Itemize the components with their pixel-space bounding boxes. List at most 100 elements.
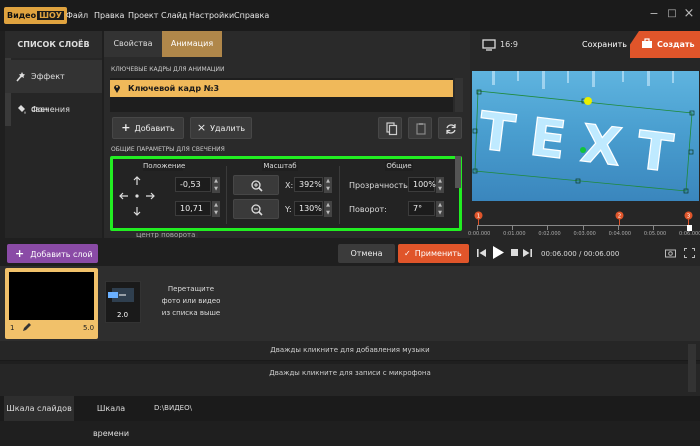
menu-settings[interactable]: Настройки [189,11,234,20]
position-group-label: Положение [143,161,186,171]
menu-slide[interactable]: Слайд [161,11,187,20]
opacity-stepper[interactable]: ▲ ▼ [436,177,444,193]
scale-y-label: Y: [285,205,292,214]
position-y-stepper[interactable]: ▲ ▼ [212,201,220,217]
timeline-tick-label: 0:06.000 [679,231,700,237]
center-handle[interactable] [580,147,586,153]
scale-x-stepper[interactable]: ▲ ▼ [324,177,332,193]
add-keyframe-button[interactable]: + Добавить [112,117,184,139]
pencil-icon[interactable] [22,322,32,332]
drop-hint: Перетащите фото или видео из списка выше [161,285,221,317]
refresh-icon [446,124,456,134]
params-section-title: ОБЩИЕ ПАРАМЕТРЫ ДЛЯ СВЕЧЕНИЯ [111,146,225,153]
rotation-input[interactable]: 7° [408,201,435,216]
divider [339,166,340,224]
keyframe-marker-1[interactable]: 1 [474,211,483,225]
keyframe-list-scrollbar[interactable] [455,78,463,112]
fullscreen-icon[interactable] [684,248,695,258]
zoom-in-x-button[interactable] [233,175,279,195]
divider [226,166,227,224]
timeline-ruler[interactable] [477,225,691,226]
play-icon[interactable] [493,246,504,259]
copy-icon [386,122,398,136]
save-button[interactable]: Сохранить [582,40,627,49]
rotation-label: Поворот: [349,205,387,214]
maximize-button[interactable]: □ [666,8,678,20]
apply-button[interactable]: ✓ Применить [398,244,469,263]
add-layer-button[interactable]: + Добавить слой [7,244,98,263]
copy-keyframe-button[interactable] [378,117,402,139]
menu-project[interactable]: Проект [128,11,158,20]
position-x-stepper[interactable]: ▲ ▼ [212,177,220,193]
timeline-tick-label: 0:05.000 [643,231,667,237]
zoom-in-icon [251,204,263,216]
timeline-tick-label: 0:02.000 [538,231,561,237]
rotation-handle[interactable] [584,97,592,105]
rotation-stepper[interactable]: ▲ ▼ [436,201,444,217]
tab-timeline[interactable]: Шкала времени [78,396,144,438]
timeline-tick [652,226,654,230]
params-scrollbar-thumb[interactable] [455,156,461,188]
svg-text:2: 2 [618,214,622,220]
skip-forward-icon[interactable] [523,248,532,258]
stop-icon[interactable] [511,249,518,256]
tab-properties[interactable]: Свойства [104,31,162,57]
create-label: Создать [657,40,695,49]
scale-x-label: X: [285,181,294,190]
keyframe-label: Ключевой кадр №3 [128,84,220,93]
project-path: D:\ВИДЕО\ [154,404,192,412]
scale-y-input[interactable]: 130% [294,201,323,216]
slide-duration: 5.0 [83,324,95,332]
position-dpad[interactable] [117,174,157,218]
position-y-input[interactable]: 10,71 [175,201,211,216]
timeline-tick [617,226,619,230]
timeline-tick [547,226,549,230]
track-area [0,383,700,396]
general-group-label: Общие [385,161,413,171]
transition-duration: 2.0 [117,311,129,319]
scale-group-label: Масштаб [262,161,298,171]
close-button[interactable]: × [683,7,695,20]
zoom-in-y-button[interactable] [233,199,279,219]
layer-label: Фон [31,105,49,114]
keyframe-item-selected[interactable]: Ключевой кадр №3 [110,80,453,97]
video-preview[interactable]: TEXT [472,71,699,201]
menu-help[interactable]: Справка [234,11,269,20]
opacity-input[interactable]: 100% [408,177,436,192]
map-pin-icon [113,83,121,93]
app-logo: Видео ШОУ [4,7,67,24]
position-x-input[interactable]: -0,53 [175,177,211,192]
monitor-icon [482,39,496,51]
tab-storyboard[interactable]: Шкала слайдов [4,396,74,421]
zoom-in-icon [251,180,263,192]
tracks-scrollbar[interactable] [688,344,696,392]
refresh-keyframes-button[interactable] [438,117,462,139]
scale-x-input[interactable]: 392% [294,177,323,192]
svg-text:3: 3 [687,214,691,220]
menu-edit[interactable]: Правка [94,11,124,20]
keyframe-marker-3[interactable]: 3 [684,211,693,225]
briefcase-icon [641,38,653,49]
transition-thumbnail[interactable]: 2.0 [105,281,141,323]
music-track[interactable]: Дважды кликните для добавления музыки [0,341,700,360]
timeline-tick [512,226,514,230]
keyframe-marker-2[interactable]: 2 [615,211,624,225]
minimize-button[interactable]: − [648,8,660,20]
tab-animation[interactable]: Анимация [162,31,222,57]
cancel-button[interactable]: Отмена [338,244,395,263]
timeline-tick [477,226,478,230]
skip-back-icon[interactable] [477,248,486,258]
scale-y-stepper[interactable]: ▲ ▼ [324,201,332,217]
camera-icon[interactable] [665,248,676,258]
menu-file[interactable]: Файл [66,11,88,20]
playback-time: 00:06.000 / 00:06.000 [541,250,620,258]
aspect-ratio-label[interactable]: 16:9 [500,40,518,49]
mic-track[interactable]: Дважды кликните для записи с микрофона [0,364,700,383]
keyframes-section-title: КЛЮЧЕВЫЕ КАДРЫ ДЛЯ АНИМАЦИИ [111,66,225,73]
delete-keyframe-button[interactable]: × Удалить [190,117,252,139]
timeline-tick-label: 0:04.000 [608,231,632,237]
layers-title: СПИСОК СЛОЁВ [5,31,102,58]
paste-keyframe-button[interactable] [408,117,432,139]
timeline-tick-label: 0:00.000 [468,231,491,237]
playhead[interactable] [687,225,692,231]
